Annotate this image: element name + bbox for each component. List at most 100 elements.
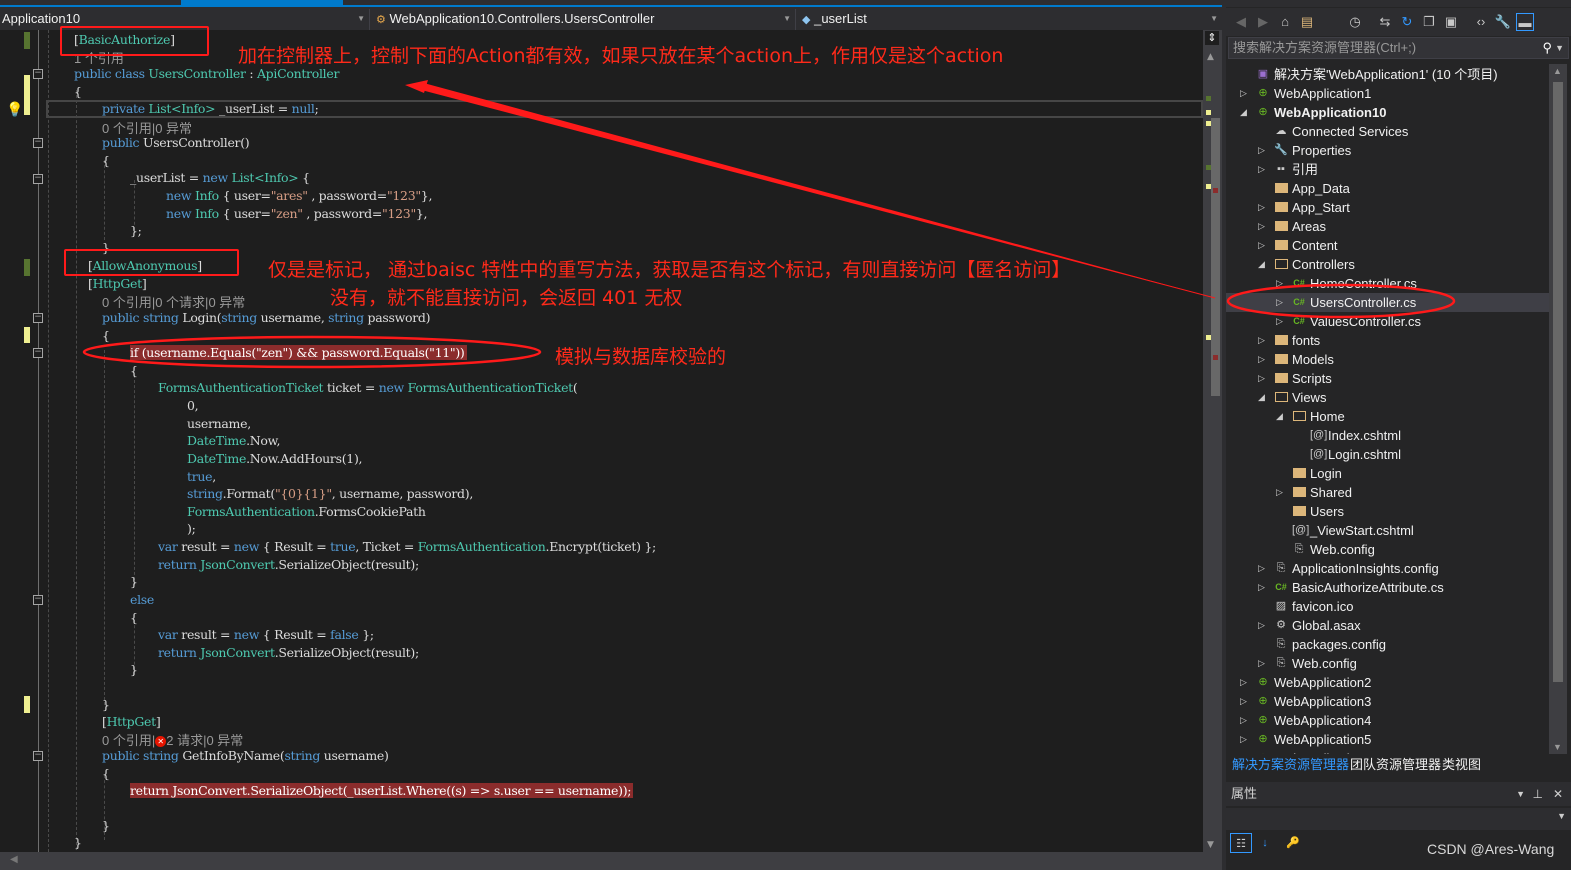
tree-item[interactable]: ▷ fonts — [1226, 331, 1549, 350]
collapsed-arrow-icon[interactable]: ▷ — [1240, 730, 1250, 749]
lightbulb-icon[interactable]: 💡 — [6, 102, 23, 118]
collapsed-arrow-icon[interactable]: ▷ — [1258, 559, 1268, 578]
scroll-up-icon[interactable]: ▲ — [1207, 52, 1214, 62]
collapsed-arrow-icon[interactable]: ▷ — [1240, 692, 1250, 711]
editor-vertical-scrollbar[interactable]: ⇕ ▲ ▼ — [1203, 30, 1222, 852]
tree-item[interactable]: ◢ Home — [1226, 407, 1549, 426]
collapsed-arrow-icon[interactable]: ▷ — [1276, 483, 1286, 502]
collapsed-arrow-icon[interactable]: ▷ — [1258, 217, 1268, 236]
chevron-down-icon[interactable]: ▼ — [1555, 38, 1564, 58]
tree-item[interactable]: ▷ ⚙ Global.asax — [1226, 616, 1549, 635]
document-tab-strip[interactable] — [0, 0, 1222, 7]
tree-item[interactable]: ▷ ▪▪ 引用 — [1226, 160, 1549, 179]
show-all-files-icon[interactable]: ▣ — [1442, 13, 1460, 31]
collapsed-arrow-icon[interactable]: ▷ — [1258, 616, 1268, 635]
refresh-icon[interactable]: ↻ — [1398, 13, 1416, 31]
collapse-icon[interactable]: − — [33, 138, 43, 148]
collapsed-arrow-icon[interactable]: ▷ — [1258, 654, 1268, 673]
scroll-down-icon[interactable]: ▼ — [1207, 840, 1214, 850]
collapse-all-icon[interactable]: ❐ — [1420, 13, 1438, 31]
forward-icon[interactable]: ▶ — [1254, 13, 1272, 31]
tree-item[interactable]: ▷ C# BasicAuthorizeAttribute.cs — [1226, 578, 1549, 597]
collapse-icon[interactable]: − — [33, 348, 43, 358]
back-icon[interactable]: ◀ — [1232, 13, 1250, 31]
properties-object-selector[interactable]: ▼ — [1226, 808, 1571, 830]
tree-item[interactable]: ☁ Connected Services — [1226, 122, 1549, 141]
tab-team-explorer[interactable]: 团队资源管理器 — [1346, 754, 1445, 776]
collapse-icon[interactable]: − — [33, 174, 43, 184]
tab-class-view[interactable]: 类视图 — [1438, 754, 1485, 776]
collapsed-arrow-icon[interactable]: ▷ — [1258, 160, 1268, 179]
collapsed-arrow-icon[interactable]: ▷ — [1258, 350, 1268, 369]
collapse-icon[interactable]: − — [33, 595, 43, 605]
breakpoint-line[interactable]: if (username.Equals("zen") && password.E… — [130, 345, 467, 360]
collapsed-arrow-icon[interactable]: ▷ — [1240, 711, 1250, 730]
collapsed-arrow-icon[interactable]: ▷ — [1258, 331, 1268, 350]
pending-changes-icon[interactable]: ◷ — [1346, 13, 1364, 31]
expanded-arrow-icon[interactable]: ◢ — [1258, 388, 1268, 407]
tree-item[interactable]: [@] Index.cshtml — [1226, 426, 1549, 445]
tree-item[interactable]: ▷ Shared — [1226, 483, 1549, 502]
preview-selected-icon[interactable]: ▬ — [1516, 13, 1534, 31]
tree-item[interactable]: ⎘ packages.config — [1226, 635, 1549, 654]
scroll-left-icon[interactable]: ◀ — [10, 854, 18, 865]
editor-horizontal-scrollbar[interactable]: ◀ — [0, 852, 1222, 870]
solution-tree-scrollbar[interactable]: ▲ ▼ — [1549, 64, 1567, 754]
tree-item[interactable]: App_Data — [1226, 179, 1549, 198]
tree-item[interactable]: Users — [1226, 502, 1549, 521]
collapsed-arrow-icon[interactable]: ▷ — [1240, 673, 1250, 692]
tree-item[interactable]: ▷ C# UsersController.cs — [1226, 293, 1549, 312]
tree-item[interactable]: ▷ ⊕ WebApplication2 — [1226, 673, 1549, 692]
collapsed-arrow-icon[interactable]: ▷ — [1276, 312, 1286, 331]
tree-item[interactable]: ▣ 解决方案'WebApplication1' (10 个项目) — [1226, 65, 1549, 84]
tree-item[interactable]: ▷ ⊕ WebApplication1 — [1226, 84, 1549, 103]
properties-wrench-icon[interactable]: 🔧 — [1494, 13, 1512, 31]
tree-item[interactable]: ▷ C# ValuesController.cs — [1226, 312, 1549, 331]
tree-item[interactable]: ◢ Controllers — [1226, 255, 1549, 274]
solution-explorer-search[interactable]: 搜索解决方案资源管理器(Ctrl+;) ⚲ ▼ — [1228, 37, 1569, 59]
collapsed-arrow-icon[interactable]: ▷ — [1276, 274, 1286, 293]
collapse-icon[interactable]: − — [33, 751, 43, 761]
tree-item[interactable]: ▷ Models — [1226, 350, 1549, 369]
tree-item[interactable]: [@] _ViewStart.cshtml — [1226, 521, 1549, 540]
member-dropdown[interactable]: ◆ _userList ▼ — [800, 9, 1222, 30]
tree-item[interactable]: ◢ ⊕ WebApplication10 — [1226, 103, 1549, 122]
breakpoint-line[interactable]: return JsonConvert.SerializeObject(_user… — [130, 783, 634, 798]
expanded-arrow-icon[interactable]: ◢ — [1258, 255, 1268, 274]
code-editor[interactable]: 💡 − − − − − − − [BasicAuthorize] 1 个引用 p… — [0, 30, 1203, 852]
collapsed-arrow-icon[interactable]: ▷ — [1258, 578, 1268, 597]
tree-item[interactable]: [@] Login.cshtml — [1226, 445, 1549, 464]
view-code-icon[interactable]: ‹› — [1472, 13, 1490, 31]
expanded-arrow-icon[interactable]: ◢ — [1276, 407, 1286, 426]
tree-item[interactable]: ▷ ⊕ WebApplication5 — [1226, 730, 1549, 749]
home-icon[interactable]: ⌂ — [1276, 13, 1294, 31]
tab-solution-explorer[interactable]: 解决方案资源管理器 — [1228, 754, 1354, 776]
collapsed-arrow-icon[interactable]: ▷ — [1258, 198, 1268, 217]
tree-item[interactable]: ▷ App_Start — [1226, 198, 1549, 217]
tab-users-controller[interactable] — [181, 0, 343, 7]
tree-item[interactable]: ▷ ⊕ WebApplication4 — [1226, 711, 1549, 730]
switch-views-icon[interactable]: ▤ — [1298, 13, 1316, 31]
tree-item[interactable]: ▷ Areas — [1226, 217, 1549, 236]
property-pages-icon[interactable]: 🔑 — [1282, 833, 1304, 853]
class-dropdown[interactable]: ⚙ WebApplication10.Controllers.UsersCont… — [374, 9, 796, 30]
collapsed-arrow-icon[interactable]: ▷ — [1240, 84, 1250, 103]
codelens-login[interactable]: 0 个引用|0 个请求|0 异常 — [102, 292, 245, 311]
tree-item[interactable]: ▷ Scripts — [1226, 369, 1549, 388]
expanded-arrow-icon[interactable]: ◢ — [1240, 103, 1250, 122]
tree-item[interactable]: ▷ C# HomeController.cs — [1226, 274, 1549, 293]
collapsed-arrow-icon[interactable]: ▷ — [1258, 369, 1268, 388]
tree-item[interactable]: Login — [1226, 464, 1549, 483]
codelens-getinfo[interactable]: 0 个引用| ✕ 2 请求|0 异常 — [102, 730, 243, 749]
collapse-icon[interactable]: − — [33, 313, 43, 323]
collapse-icon[interactable]: − — [33, 69, 43, 79]
sync-icon[interactable]: ⇆ — [1376, 13, 1394, 31]
collapsed-arrow-icon[interactable]: ▷ — [1258, 141, 1268, 160]
pin-icon[interactable]: ⊥ — [1533, 782, 1543, 806]
collapsed-arrow-icon[interactable]: ▷ — [1276, 293, 1286, 312]
categorized-icon[interactable]: ☷ — [1230, 833, 1252, 853]
tree-item[interactable]: ◢ Views — [1226, 388, 1549, 407]
scroll-up-icon[interactable]: ▲ — [1553, 66, 1562, 76]
alphabetical-icon[interactable]: ↓ — [1254, 833, 1276, 853]
close-icon[interactable]: ✕ — [1553, 782, 1563, 806]
